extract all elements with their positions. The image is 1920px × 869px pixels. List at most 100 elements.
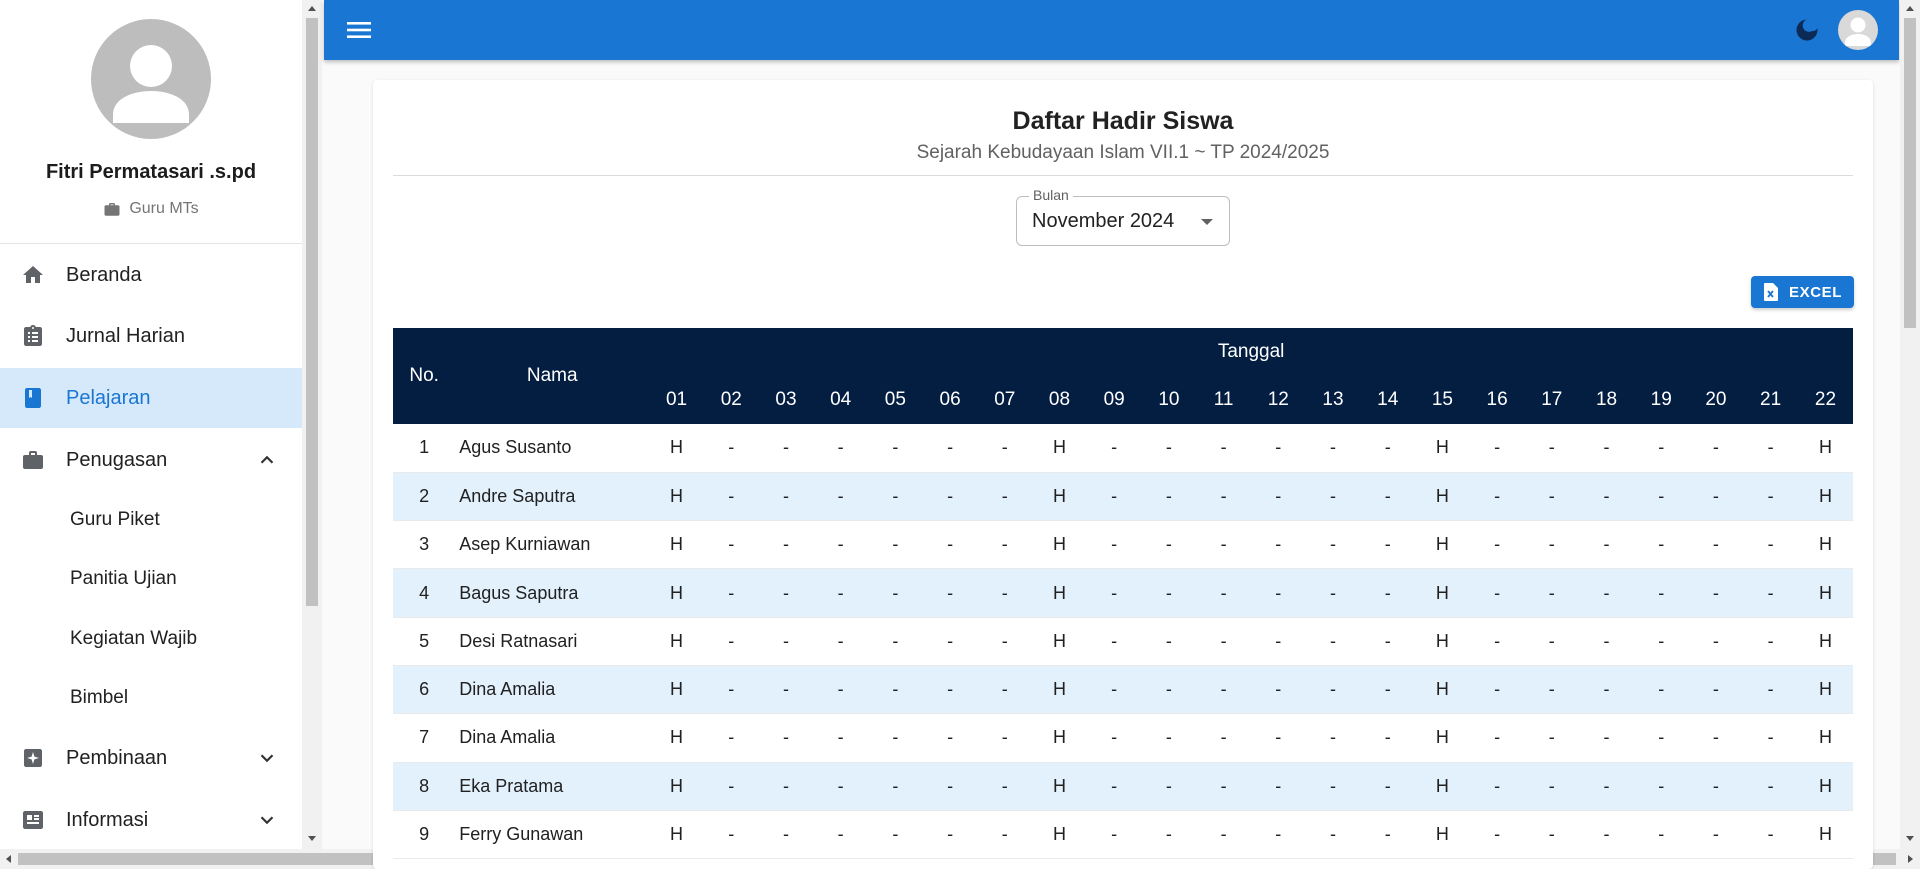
attendance-mark: - — [1086, 665, 1142, 715]
attendance-table: No. Nama Tanggal 01 02 03 04 05 06 07 08 09 10 11 1… — [393, 328, 1853, 860]
attendance-mark: - — [1524, 665, 1580, 715]
attendance-mark: - — [758, 762, 814, 811]
attendance-mark: H — [1797, 713, 1853, 763]
attendance-mark: - — [1141, 568, 1197, 618]
column-header-day: 04 — [830, 389, 852, 410]
attendance-mark: H — [649, 472, 704, 522]
sidebar-subitem-kegiatan-wajib[interactable]: Kegiatan Wajib — [0, 610, 302, 668]
attendance-mark: - — [1305, 665, 1361, 715]
attendance-mark: - — [813, 520, 869, 570]
sidebar-scrollbar-thumb[interactable] — [306, 18, 318, 606]
attendance-mark: - — [1579, 713, 1634, 763]
sidebar-scrollbar[interactable] — [302, 0, 322, 849]
sidebar-item-jurnal-harian[interactable]: Jurnal Harian — [0, 306, 302, 366]
attendance-mark: - — [868, 665, 923, 715]
attendance-mark: - — [1524, 568, 1580, 618]
attendance-mark: H — [1797, 617, 1853, 666]
sidebar-item-label: Informasi — [66, 808, 149, 831]
attendance-mark: - — [1086, 617, 1142, 666]
attendance-mark: - — [1196, 810, 1251, 860]
student-name: Desi Ratnasari — [455, 617, 650, 666]
attendance-mark: - — [1688, 713, 1744, 763]
attendance-mark: - — [1688, 568, 1744, 618]
attendance-mark: - — [703, 472, 759, 522]
attendance-mark: - — [977, 617, 1033, 666]
sidebar-item-pembinaan[interactable]: Pembinaan — [0, 728, 302, 788]
chevron-up-icon — [260, 455, 274, 464]
attendance-mark: - — [1688, 762, 1744, 811]
sidebar-subitem-bimbel[interactable]: Bimbel — [0, 669, 302, 727]
sidebar-item-informasi[interactable]: Informasi — [0, 790, 302, 849]
table-row: 7 Dina Amalia H - - - - - - H - - - - - - H - - - - - - H — [393, 713, 1853, 763]
sidebar-item-pelajaran[interactable]: Pelajaran — [0, 368, 302, 428]
table-row: 6 Dina Amalia H - - - - - - H - - - - - - H - - - - - - H — [393, 665, 1853, 715]
attendance-mark: - — [1250, 568, 1306, 618]
user-avatar-button[interactable] — [1838, 10, 1878, 50]
attendance-mark: - — [1633, 762, 1689, 811]
attendance-mark: - — [1360, 568, 1416, 618]
row-number: 6 — [393, 665, 456, 715]
attendance-mark: H — [1032, 520, 1087, 570]
table-row: 4 Bagus Saputra H - - - - - - H - - - - - - H - - - - - - H — [393, 568, 1853, 618]
page-subtitle: Sejarah Kebudayaan Islam VII.1 ~ TP 2024… — [916, 142, 1330, 163]
table-row: 5 Desi Ratnasari H - - - - - - H - - - - - - H - - - - - - H — [393, 617, 1853, 666]
attendance-mark: - — [868, 568, 923, 618]
sidebar-subitem-panitia-ujian[interactable]: Panitia Ujian — [0, 550, 302, 608]
attendance-mark: - — [1743, 762, 1798, 811]
attendance-mark: H — [1797, 568, 1853, 618]
attendance-mark: - — [1360, 713, 1416, 763]
attendance-mark: - — [922, 424, 978, 473]
attendance-mark: - — [1196, 424, 1251, 473]
attendance-mark: - — [1360, 617, 1416, 666]
attendance-mark: - — [1524, 810, 1580, 860]
chevron-down-icon — [260, 816, 274, 825]
menu-icon[interactable] — [346, 18, 372, 42]
attendance-mark: - — [1743, 713, 1798, 763]
caret-down-icon — [1201, 219, 1213, 225]
book-icon — [21, 386, 45, 410]
student-name: Andre Saputra — [455, 472, 650, 522]
moon-icon[interactable] — [1793, 16, 1821, 44]
attendance-mark: - — [813, 810, 869, 860]
export-excel-button[interactable]: EXCEL — [1751, 276, 1854, 308]
attendance-mark: - — [1250, 665, 1306, 715]
scroll-down-arrow-icon[interactable] — [308, 836, 316, 841]
attendance-mark: - — [1250, 617, 1306, 666]
attendance-mark: - — [1469, 617, 1525, 666]
attendance-mark: - — [1743, 665, 1798, 715]
attendance-mark: - — [703, 520, 759, 570]
sidebar-item-beranda[interactable]: Beranda — [0, 245, 302, 305]
sidebar-subitem-label: Kegiatan Wajib — [70, 628, 198, 649]
attendance-mark: - — [1469, 472, 1525, 522]
scroll-left-arrow-icon[interactable] — [6, 855, 11, 863]
scroll-up-arrow-icon[interactable] — [308, 6, 316, 11]
attendance-mark: H — [1032, 424, 1087, 473]
attendance-mark: - — [1196, 520, 1251, 570]
attendance-mark: - — [1196, 568, 1251, 618]
scroll-down-arrow-icon[interactable] — [1906, 836, 1914, 841]
scroll-up-arrow-icon[interactable] — [1906, 6, 1914, 11]
sidebar-subitem-label: Panitia Ujian — [70, 568, 177, 589]
sidebar-item-penugasan[interactable]: Penugasan — [0, 430, 302, 490]
attendance-mark: - — [1743, 472, 1798, 522]
attendance-mark: - — [1360, 810, 1416, 860]
attendance-mark: - — [1196, 713, 1251, 763]
attendance-mark: - — [1579, 472, 1634, 522]
attendance-mark: - — [1086, 520, 1142, 570]
month-select[interactable]: Bulan November 2024 — [1016, 187, 1230, 246]
scroll-right-arrow-icon[interactable] — [1908, 855, 1913, 863]
main-scrollbar[interactable] — [1900, 0, 1920, 849]
attendance-mark: - — [1086, 762, 1142, 811]
column-header-day: 12 — [1267, 389, 1289, 410]
attendance-mark: - — [922, 520, 978, 570]
month-select-value: November 2024 — [1032, 210, 1175, 232]
attendance-mark: - — [1469, 424, 1525, 473]
user-icon — [1845, 17, 1871, 46]
main-scrollbar-thumb[interactable] — [1904, 18, 1916, 328]
attendance-mark: - — [703, 810, 759, 860]
attendance-mark: - — [703, 665, 759, 715]
attendance-mark: H — [649, 665, 704, 715]
sidebar-subitem-guru-piket[interactable]: Guru Piket — [0, 491, 302, 549]
attendance-table-body: 1 Agus Susanto H - - - - - - H - - - - - - H - - - - - - H 2 Andr… — [393, 424, 1853, 860]
attendance-mark: - — [1141, 424, 1197, 473]
